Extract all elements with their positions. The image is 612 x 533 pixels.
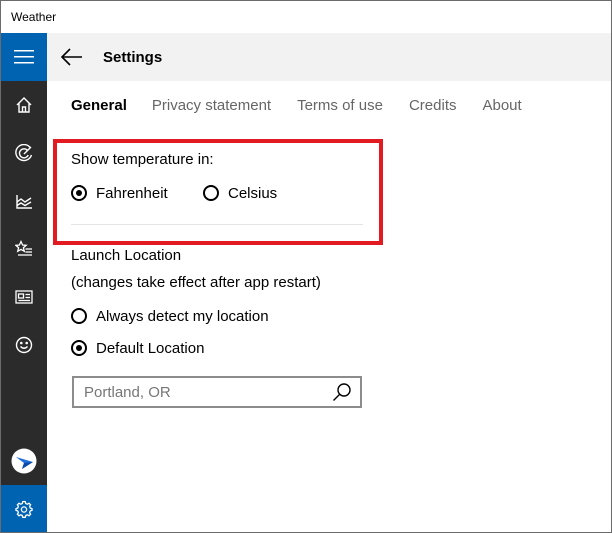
tab-general[interactable]: General — [71, 97, 127, 119]
nav-historical-button[interactable] — [1, 177, 47, 225]
launch-location-note: (changes take effect after app restart) — [71, 274, 321, 291]
default-location-label: Default Location — [96, 339, 205, 357]
tab-terms-of-use[interactable]: Terms of use — [297, 97, 383, 119]
radar-icon — [15, 144, 33, 162]
hamburger-menu-icon — [14, 50, 34, 64]
nav-news-button[interactable] — [1, 273, 47, 321]
nav-places-button[interactable] — [1, 225, 47, 273]
location-search-box — [72, 376, 362, 408]
fahrenheit-label: Fahrenheit — [96, 184, 168, 202]
tab-about[interactable]: About — [482, 97, 521, 119]
tab-privacy-statement[interactable]: Privacy statement — [152, 97, 271, 119]
favorites-icon — [15, 240, 32, 256]
always-detect-label: Always detect my location — [96, 307, 269, 325]
smiley-icon — [15, 336, 33, 354]
nav-settings-button[interactable] — [1, 485, 47, 532]
nav-maps-button[interactable] — [1, 129, 47, 177]
celsius-label: Celsius — [228, 184, 278, 202]
gear-icon — [15, 500, 33, 518]
settings-tabs: General Privacy statement Terms of use C… — [71, 97, 548, 119]
chart-icon — [16, 195, 32, 209]
news-icon — [15, 290, 33, 304]
launch-location-heading: Launch Location — [71, 247, 182, 264]
search-icon[interactable] — [332, 382, 352, 402]
back-arrow-icon — [60, 48, 82, 66]
default-location-radio[interactable] — [71, 340, 87, 356]
app-logo-icon — [11, 448, 37, 474]
tab-credits[interactable]: Credits — [409, 97, 457, 119]
title-bar: Weather — [1, 1, 611, 33]
section-divider — [71, 224, 363, 225]
temperature-heading: Show temperature in: — [71, 151, 214, 168]
nav-life-button[interactable] — [1, 321, 47, 369]
page-title: Settings — [103, 49, 163, 66]
settings-page: Settings General Privacy statement Terms… — [47, 33, 611, 532]
celsius-radio[interactable] — [203, 185, 219, 201]
home-icon — [16, 97, 32, 113]
celsius-option[interactable]: Celsius — [203, 182, 277, 204]
fahrenheit-option[interactable]: Fahrenheit — [71, 182, 168, 204]
window-title: Weather — [11, 10, 57, 24]
fahrenheit-radio[interactable] — [71, 185, 87, 201]
always-detect-option[interactable]: Always detect my location — [71, 305, 269, 327]
page-header: Settings — [47, 33, 611, 81]
default-location-option[interactable]: Default Location — [71, 337, 204, 359]
nav-forecast-button[interactable] — [1, 81, 47, 129]
app-logo-button[interactable] — [1, 437, 47, 485]
hamburger-menu-button[interactable] — [1, 33, 47, 81]
location-search-input[interactable] — [74, 378, 324, 406]
weather-app-window: Weather Settings General Privacy stateme… — [0, 0, 612, 533]
always-detect-radio[interactable] — [71, 308, 87, 324]
back-button[interactable] — [59, 45, 85, 69]
navigation-rail — [1, 33, 47, 532]
